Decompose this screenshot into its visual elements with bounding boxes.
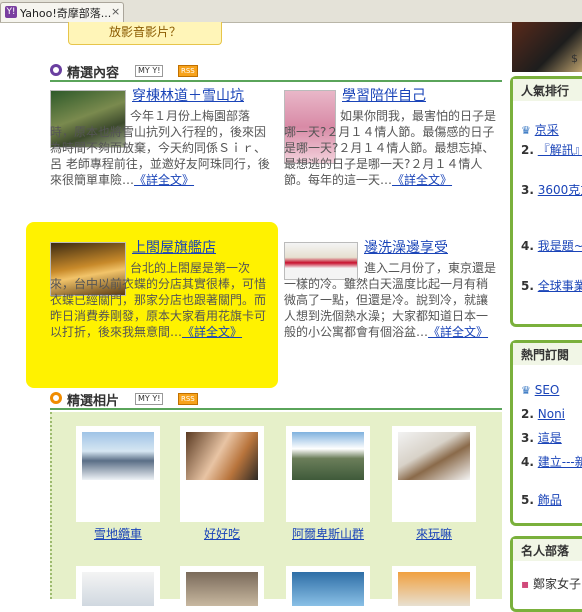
read-more-link[interactable]: 《詳全文》 bbox=[182, 325, 242, 339]
my-yahoo-badge[interactable]: MY Y! bbox=[135, 393, 164, 405]
article-title-link[interactable]: 邊洗澡邊享受 bbox=[364, 240, 448, 256]
photo-thumbnail[interactable] bbox=[292, 572, 364, 606]
article-title-link[interactable]: 上閤屋旗艦店 bbox=[132, 240, 216, 256]
photo-caption-link[interactable]: 雪地纜車 bbox=[76, 525, 160, 542]
hot-subscriptions-panel: 熱門訂閱 ♛ SEO 2. Noni 3. 這是 4. 建立---新 5. 飾品 bbox=[510, 340, 582, 526]
section-divider bbox=[50, 408, 502, 410]
article-title-link[interactable]: 學習陪伴自己 bbox=[342, 88, 426, 104]
article-excerpt: 如果你問我，最害怕的日子是哪一天?２月１４情人節。最傷感的日子是哪一天?２月１４… bbox=[284, 109, 497, 187]
photo-card[interactable]: 阿爾卑斯山群 bbox=[286, 426, 370, 541]
subscription-item[interactable]: 3. 這是 bbox=[521, 431, 582, 445]
ranking-item[interactable]: 5. 全球事業 bbox=[521, 279, 582, 293]
photo-caption-link[interactable]: 來玩嘛 bbox=[392, 525, 476, 542]
article-excerpt: 今年１月份上梅園部落時，原本也將雪山抗列入行程的，後來因為時間不夠而放棄，今天約… bbox=[50, 109, 270, 187]
photo-card[interactable] bbox=[180, 566, 264, 606]
tab-title: Yahoo!奇摩部落... bbox=[20, 7, 112, 20]
photo-card[interactable] bbox=[392, 566, 476, 606]
ranking-item[interactable]: 3. 3600克方配送 bbox=[521, 183, 582, 197]
video-upload-button[interactable]: 放影音影片？ bbox=[68, 22, 222, 45]
article-card: 上閤屋旗艦店 台北的上閤屋是第一次來，台中以前衣蝶的分店其實很棒，可惜衣蝶已經關… bbox=[50, 240, 270, 380]
article-title-link[interactable]: 穿棟林道＋雪山坑 bbox=[132, 88, 244, 104]
read-more-link[interactable]: 《詳全文》 bbox=[428, 325, 488, 339]
popular-ranking-panel: 人氣排行 ♛ 京采 2. 『解訊』 3. 3600克方配送 4. 我是題~動 5… bbox=[510, 76, 582, 327]
yahoo-favicon-icon: Y! bbox=[5, 6, 17, 18]
section-divider bbox=[50, 80, 502, 82]
subscription-item[interactable]: 5. 飾品 bbox=[521, 493, 582, 507]
ranking-item[interactable]: 4. 我是題~動 bbox=[521, 239, 582, 253]
photo-thumbnail[interactable] bbox=[186, 432, 258, 480]
bullet-icon: ▪ bbox=[521, 577, 530, 591]
photo-card[interactable]: 雪地纜車 bbox=[76, 426, 160, 541]
article-excerpt: 進入二月份了，東京還是一樣的冷。雖然白天溫度比起一月有稍微高了一點，但還是冷。說… bbox=[284, 261, 497, 339]
read-more-link[interactable]: 《詳全文》 bbox=[392, 173, 452, 187]
photo-thumbnail[interactable] bbox=[292, 432, 364, 480]
price-fragment: $ bbox=[571, 52, 578, 65]
subscription-item[interactable]: 4. 建立---新 bbox=[521, 455, 582, 469]
read-more-link[interactable]: 《詳全文》 bbox=[134, 173, 194, 187]
panel-header: 名人部落 bbox=[513, 539, 582, 561]
photo-card[interactable] bbox=[286, 566, 370, 606]
celebrity-blogs-panel: 名人部落 ▪ 鄭家女子 bbox=[510, 536, 582, 612]
panel-title: 熱門訂閱 bbox=[521, 348, 570, 362]
panel-title: 名人部落 bbox=[521, 544, 570, 558]
photo-caption-link[interactable]: 阿爾卑斯山群 bbox=[286, 525, 370, 542]
rss-badge[interactable]: RSS bbox=[178, 65, 198, 77]
photos-title: 精選相片 bbox=[67, 394, 120, 409]
photo-thumbnail[interactable] bbox=[398, 572, 470, 606]
panel-title: 人氣排行 bbox=[521, 84, 570, 98]
section-bullet-icon bbox=[50, 64, 62, 76]
photo-caption-link[interactable]: 好好吃 bbox=[180, 525, 264, 542]
featured-section-header: 精選內容 MY Y! RSS bbox=[50, 62, 250, 81]
browser-tab[interactable]: Y! Yahoo!奇摩部落... × bbox=[0, 2, 124, 22]
browser-tab-bar: Y! Yahoo!奇摩部落... × bbox=[0, 0, 582, 23]
my-yahoo-badge[interactable]: MY Y! bbox=[135, 65, 164, 77]
crown-icon: ♛ bbox=[521, 384, 531, 397]
article-card: 穿棟林道＋雪山坑 今年１月份上梅園部落時，原本也將雪山抗列入行程的，後來因為時間… bbox=[50, 88, 270, 218]
panel-header: 人氣排行 bbox=[513, 79, 582, 101]
photo-card[interactable]: 來玩嘛 bbox=[392, 426, 476, 541]
article-card: 邊洗澡邊享受 進入二月份了，東京還是一樣的冷。雖然白天溫度比起一月有稍微高了一點… bbox=[284, 240, 500, 380]
photo-card[interactable]: 好好吃 bbox=[180, 426, 264, 541]
photo-thumbnail[interactable] bbox=[398, 432, 470, 480]
panel-header: 熱門訂閱 bbox=[513, 343, 582, 365]
article-card: 學習陪伴自己 如果你問我，最害怕的日子是哪一天?２月１４情人節。最傷感的日子是哪… bbox=[284, 88, 500, 228]
photo-thumbnail[interactable] bbox=[82, 432, 154, 480]
photo-gallery: 雪地纜車 好好吃 阿爾卑斯山群 來玩嘛 bbox=[50, 412, 502, 606]
photo-thumbnail[interactable] bbox=[186, 572, 258, 606]
ranking-item[interactable]: ♛ 京采 bbox=[521, 123, 582, 138]
ranking-item[interactable]: 2. 『解訊』 bbox=[521, 143, 582, 157]
section-bullet-icon bbox=[50, 392, 62, 404]
photo-card[interactable] bbox=[76, 566, 160, 606]
rss-badge[interactable]: RSS bbox=[178, 393, 198, 405]
featured-title: 精選內容 bbox=[67, 66, 120, 81]
subscription-item[interactable]: 2. Noni bbox=[521, 407, 582, 421]
crown-icon: ♛ bbox=[521, 124, 531, 137]
tab-close-icon[interactable]: × bbox=[111, 5, 120, 18]
photos-section-header: 精選相片 MY Y! RSS bbox=[50, 390, 250, 409]
subscription-item[interactable]: ♛ SEO bbox=[521, 383, 582, 398]
article-excerpt: 台北的上閤屋是第一次來，台中以前衣蝶的分店其實很棒，可惜衣蝶已經關門，那家分店也… bbox=[50, 261, 267, 339]
celebrity-item[interactable]: ▪ 鄭家女子 bbox=[521, 577, 582, 591]
photo-thumbnail[interactable] bbox=[82, 572, 154, 606]
